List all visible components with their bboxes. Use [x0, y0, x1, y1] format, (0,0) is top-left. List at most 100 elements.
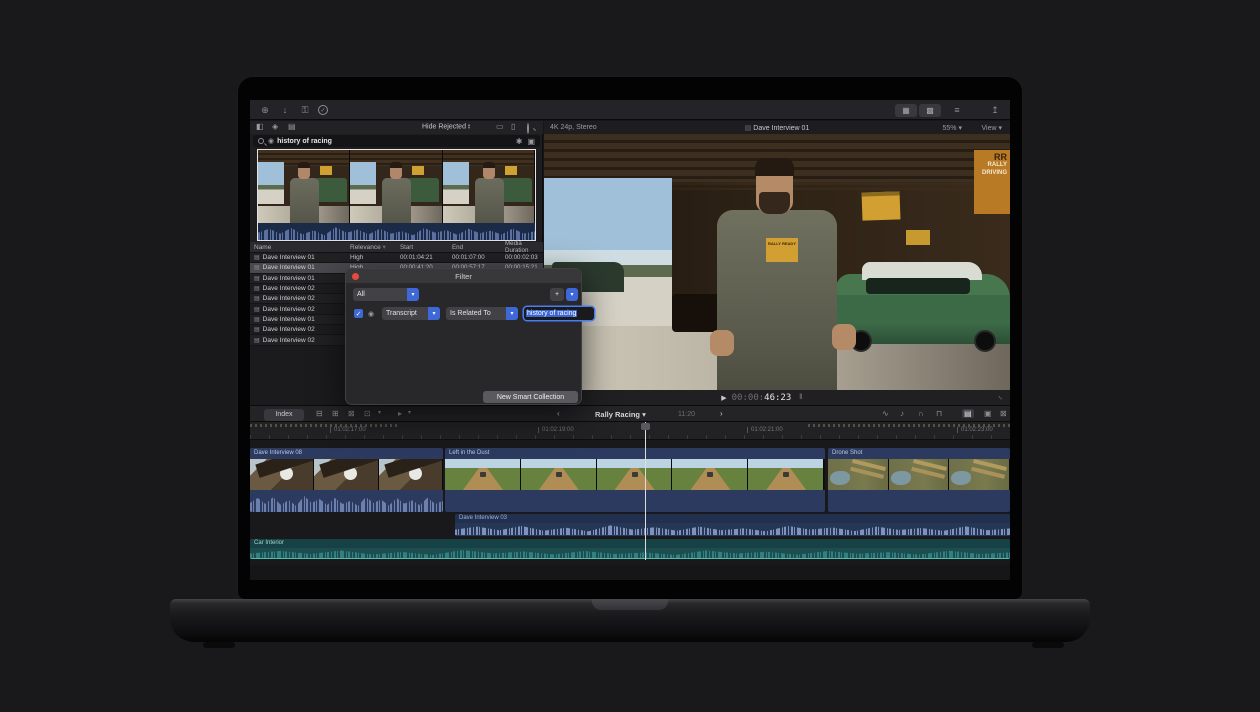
appearance-icon[interactable]: ▣	[527, 137, 535, 146]
rule-checkbox[interactable]: ✓	[354, 309, 363, 318]
clip-row-icon: ▤	[254, 295, 260, 302]
column-media-duration[interactable]: Media Duration	[503, 240, 541, 254]
fullscreen-icon[interactable]: ↔	[996, 393, 1006, 403]
timeline-clip-left-in-the-dust[interactable]: Left in the Dust	[445, 448, 825, 512]
timeline-clip-dave-interview-audio[interactable]: Dave Interview 03	[455, 514, 1010, 536]
clip-row-icon: ▤	[254, 275, 260, 282]
viewer-clip-title: ▤ Dave Interview 01	[745, 124, 810, 132]
play-button[interactable]: ▶	[721, 394, 726, 402]
filmstrip-waveform	[258, 223, 535, 240]
clip-row-icon: ▤	[254, 337, 260, 344]
table-row[interactable]: ▤Dave Interview 01High00:01:04:2100:01:0…	[250, 253, 543, 263]
playhead-handle[interactable]	[641, 423, 650, 430]
append-edit-icon[interactable]: ⊠	[348, 409, 355, 418]
new-smart-collection-button[interactable]: New Smart Collection	[483, 391, 578, 403]
ruler-timecode: 01:02:23:00	[957, 427, 993, 433]
transcript-rule-icon: ◉	[368, 310, 374, 318]
search-text: history of racing	[277, 138, 332, 145]
video-canvas[interactable]: RRRALLYDRIVING RALLY READY	[544, 134, 1010, 390]
connect-edit-icon[interactable]: ⊟	[316, 409, 323, 418]
import-media-icon[interactable]: ⊕	[258, 103, 272, 117]
clip-view-icon[interactable]: ▤	[288, 122, 296, 131]
table-cell: ▤Dave Interview 02	[250, 306, 347, 313]
next-project-icon[interactable]: ›	[720, 409, 723, 418]
column-end[interactable]: End	[450, 244, 503, 251]
filmstrip-thumbnails	[258, 150, 535, 223]
timeline-ruler[interactable]: 01:02:17:00 01:02:19:00 01:02:21:00 01:0…	[250, 422, 1010, 440]
edit-options-chevron-icon[interactable]: ▾	[378, 409, 381, 416]
sort-chevron-icon: ▾	[383, 244, 386, 251]
hide-rejected-filter[interactable]: Hide Rejected ▴▾	[422, 123, 470, 130]
timeline-clip-car-interior[interactable]: Car Interior	[250, 539, 1010, 559]
overwrite-edit-icon[interactable]: ⊡	[364, 409, 371, 418]
trim-icon[interactable]: ∿	[882, 409, 889, 418]
clip-row-icon: ▤	[254, 306, 260, 313]
media-browser-icon[interactable]: ◈	[272, 122, 278, 131]
previous-project-icon[interactable]: ‹	[557, 409, 560, 418]
table-header[interactable]: Name Relevance ▾ Start End Media Duratio…	[250, 242, 543, 253]
interview-thumbnail	[443, 150, 535, 223]
filmstrip-view-icon[interactable]: ▭	[496, 122, 504, 131]
clip-audio-waveform	[250, 490, 443, 512]
macbook-foot	[1032, 642, 1064, 648]
rule-condition-dropdown[interactable]: Is Related To ▾	[446, 307, 518, 320]
tool-selector-icon[interactable]: ▸	[398, 409, 402, 418]
ruler-timecode: 01:02:17:00	[330, 427, 366, 433]
filter-dialog-title: Filter	[455, 272, 472, 281]
list-view-icon[interactable]: ▯	[511, 122, 515, 131]
timeline-clip-dave-interview[interactable]: Dave Interview 08	[250, 448, 443, 512]
audio-meters-icon[interactable]: ‖	[799, 394, 802, 401]
zoom-fit-icon[interactable]: ⊠	[1000, 409, 1007, 418]
snapping-icon[interactable]: ⊓	[936, 409, 942, 418]
filter-dialog-titlebar[interactable]: Filter	[346, 269, 581, 283]
clip-appearance-icon[interactable]: ▤	[962, 409, 974, 418]
match-type-dropdown[interactable]: All ▾	[353, 288, 419, 301]
tool-chevron-icon[interactable]: ▾	[408, 409, 411, 416]
column-name[interactable]: Name	[250, 244, 347, 251]
clip-name: Dave Interview 08	[250, 448, 443, 459]
timeline-settings-icon[interactable]: ▣	[984, 409, 992, 418]
view-menu[interactable]: View ▾	[981, 124, 1002, 132]
table-cell: ▤Dave Interview 01	[250, 275, 347, 282]
search-icon	[258, 138, 264, 144]
inspector-icon[interactable]: ≡	[950, 103, 964, 117]
keyword-editor-icon[interactable]: ⚿	[298, 103, 312, 117]
zoom-level-menu[interactable]: 55% ▾	[943, 124, 962, 132]
table-cell: ▤Dave Interview 01	[250, 254, 347, 261]
filmstrip-preview[interactable]	[257, 149, 536, 241]
rule-value-field[interactable]: history of racing	[524, 307, 594, 320]
project-duration: 11:20	[678, 411, 695, 418]
index-button[interactable]: Index	[264, 409, 304, 421]
sidebar-toggle-icon[interactable]: ◧	[256, 122, 264, 131]
search-toggle-icon[interactable]	[527, 124, 529, 133]
table-cell: ▤Dave Interview 02	[250, 285, 347, 292]
background-tasks-icon[interactable]: ✓	[318, 105, 328, 115]
dropdown-chevron-icon: ▾	[506, 307, 518, 320]
filter-dialog: Filter All ▾ + ▾ ✓ ◉ Transcript ▾ Is Rel…	[345, 268, 582, 405]
skimming-icon[interactable]: ♪	[900, 409, 904, 418]
playhead[interactable]	[645, 422, 646, 560]
timeline-toolbar: Index ⊟ ⊞ ⊠ ⊡ ▾ ▸ ▾ ‹ Rally Racing ▾ 11:…	[250, 405, 1010, 422]
clip-row-icon: ▤	[254, 254, 260, 261]
timeline-toggle-icon[interactable]: ▩	[919, 104, 941, 117]
clip-name: Dave Interview 03	[455, 514, 1010, 523]
search-options-gear-icon[interactable]: ✱	[516, 137, 523, 146]
table-cell: 00:01:04:21	[398, 254, 450, 261]
rule-type-dropdown[interactable]: Transcript ▾	[382, 307, 440, 320]
search-field[interactable]: ◉ history of racing ✱ ▣	[253, 135, 540, 147]
interview-thumbnail	[350, 150, 442, 223]
export-icon[interactable]: ↓	[278, 103, 292, 117]
timeline-clip-drone-shot[interactable]: Drone Shot	[828, 448, 1010, 512]
solo-icon[interactable]: ∩	[918, 409, 924, 418]
add-rule-chevron-icon[interactable]: ▾	[566, 288, 578, 301]
project-name-menu[interactable]: Rally Racing ▾	[595, 410, 646, 419]
pane-toggle-group: ▦ ▩	[895, 104, 941, 117]
share-icon[interactable]: ↥	[988, 103, 1002, 117]
browser-toggle-icon[interactable]: ▦	[895, 104, 917, 117]
insert-edit-icon[interactable]: ⊞	[332, 409, 339, 418]
column-start[interactable]: Start	[398, 244, 450, 251]
close-icon[interactable]	[352, 273, 359, 280]
column-relevance[interactable]: Relevance ▾	[347, 243, 398, 251]
ruler-timecode: 01:02:19:00	[538, 427, 574, 433]
add-rule-button[interactable]: +	[550, 288, 564, 301]
